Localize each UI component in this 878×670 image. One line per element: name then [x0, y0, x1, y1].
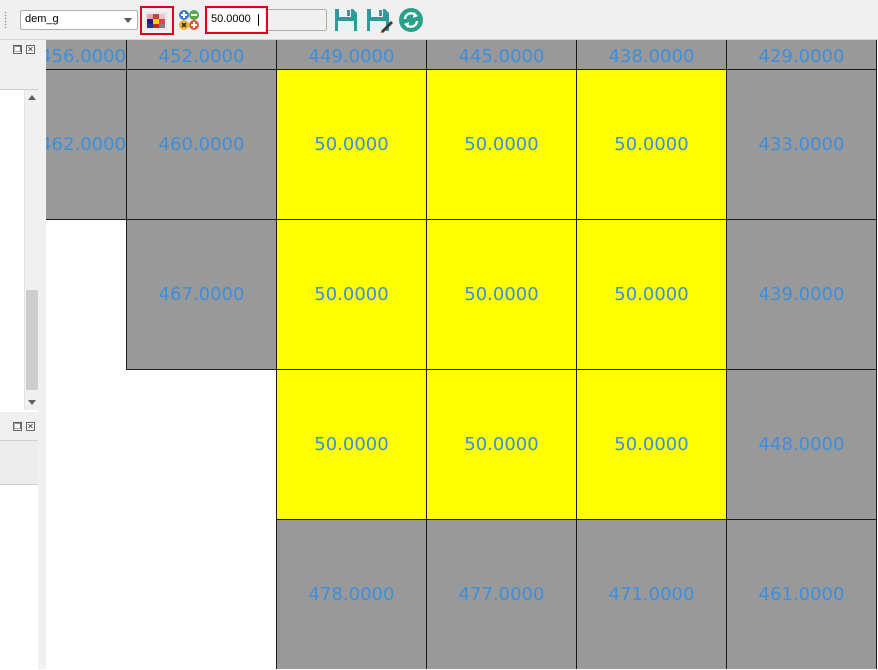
cell-value: 449.0000	[308, 46, 395, 67]
raster-cell-selected[interactable]: 50.0000	[576, 219, 727, 370]
save-button[interactable]	[333, 7, 359, 33]
value-input-extension[interactable]	[265, 9, 327, 31]
raster-cell[interactable]: 477.0000	[426, 519, 577, 669]
refresh-icon	[399, 8, 423, 32]
toolbar-grip[interactable]	[4, 11, 7, 29]
close-panel-icon[interactable]: ✕	[26, 45, 35, 54]
cell-value: 471.0000	[608, 584, 695, 605]
highlight-box	[205, 6, 268, 34]
raster-cell[interactable]: 460.0000	[126, 69, 277, 220]
raster-cell-selected[interactable]: 50.0000	[426, 219, 577, 370]
raster-calculator-icon	[179, 10, 199, 30]
scroll-up-icon[interactable]	[28, 95, 36, 100]
raster-cell-selected[interactable]: 50.0000	[576, 369, 727, 520]
cell-value: 460.0000	[158, 134, 245, 155]
cell-value: 462.0000	[46, 134, 126, 155]
toolbar: dem_g 50.0000	[0, 0, 878, 40]
save-as-button[interactable]	[365, 7, 393, 33]
save-as-icon	[367, 9, 393, 33]
highlight-box	[140, 6, 174, 35]
raster-cell[interactable]: 433.0000	[726, 69, 877, 220]
scroll-down-icon[interactable]	[28, 400, 36, 405]
cell-value: 433.0000	[758, 134, 845, 155]
left-dock: ❐ ✕ ❐ ✕	[0, 40, 46, 670]
cell-value: 477.0000	[458, 584, 545, 605]
cell-value: 50.0000	[614, 434, 689, 455]
cell-value: 50.0000	[614, 284, 689, 305]
cell-value: 456.0000	[46, 46, 126, 67]
cell-value: 467.0000	[158, 284, 245, 305]
raster-cell[interactable]: 438.0000	[576, 40, 727, 70]
cell-value: 439.0000	[758, 284, 845, 305]
refresh-button[interactable]	[398, 7, 424, 33]
scroll-thumb[interactable]	[26, 290, 38, 390]
cell-value: 461.0000	[758, 584, 845, 605]
chevron-down-icon[interactable]	[124, 18, 132, 23]
raster-cell[interactable]: 439.0000	[726, 219, 877, 370]
raster-calculator-button[interactable]	[177, 8, 201, 32]
raster-cell[interactable]: 445.0000	[426, 40, 577, 70]
cell-value: 50.0000	[464, 284, 539, 305]
layer-select-value: dem_g	[25, 13, 59, 25]
layer-select[interactable]: dem_g	[20, 10, 138, 30]
cell-value: 445.0000	[458, 46, 545, 67]
cell-value: 448.0000	[758, 434, 845, 455]
map-canvas[interactable]: 456.0000 452.0000 449.0000 445.0000 438.…	[46, 40, 878, 669]
cell-value: 50.0000	[314, 434, 389, 455]
float-panel-icon[interactable]: ❐	[13, 45, 22, 54]
raster-cell-selected[interactable]: 50.0000	[576, 69, 727, 220]
cell-value: 438.0000	[608, 46, 695, 67]
cell-value: 50.0000	[314, 284, 389, 305]
close-panel-icon[interactable]: ✕	[26, 422, 35, 431]
raster-cell-selected[interactable]: 50.0000	[276, 369, 427, 520]
raster-cell-selected[interactable]: 50.0000	[276, 219, 427, 370]
vertical-scrollbar[interactable]	[24, 90, 39, 410]
cell-value: 50.0000	[464, 434, 539, 455]
raster-cell-selected[interactable]: 50.0000	[426, 369, 577, 520]
browser-panel-list[interactable]	[0, 484, 38, 670]
cell-value: 452.0000	[158, 46, 245, 67]
panel-header-strip	[0, 440, 38, 485]
raster-cell[interactable]: 429.0000	[726, 40, 877, 70]
raster-cell[interactable]: 471.0000	[576, 519, 727, 669]
raster-cell[interactable]: 478.0000	[276, 519, 427, 669]
raster-cell[interactable]: 449.0000	[276, 40, 427, 70]
raster-cell[interactable]: 452.0000	[126, 40, 277, 70]
raster-cell[interactable]: 462.0000	[46, 69, 127, 220]
cell-value: 50.0000	[464, 134, 539, 155]
raster-cell-selected[interactable]: 50.0000	[426, 69, 577, 220]
raster-cell-selected[interactable]: 50.0000	[276, 69, 427, 220]
raster-cell[interactable]: 461.0000	[726, 519, 877, 669]
raster-cell[interactable]: 467.0000	[126, 219, 277, 370]
save-icon	[335, 9, 357, 31]
cell-value: 478.0000	[308, 584, 395, 605]
raster-cell[interactable]: 448.0000	[726, 369, 877, 520]
cell-value: 429.0000	[758, 46, 845, 67]
raster-cell[interactable]: 456.0000	[46, 40, 127, 70]
cell-value: 50.0000	[614, 134, 689, 155]
float-panel-icon[interactable]: ❐	[13, 422, 22, 431]
cell-value: 50.0000	[314, 134, 389, 155]
